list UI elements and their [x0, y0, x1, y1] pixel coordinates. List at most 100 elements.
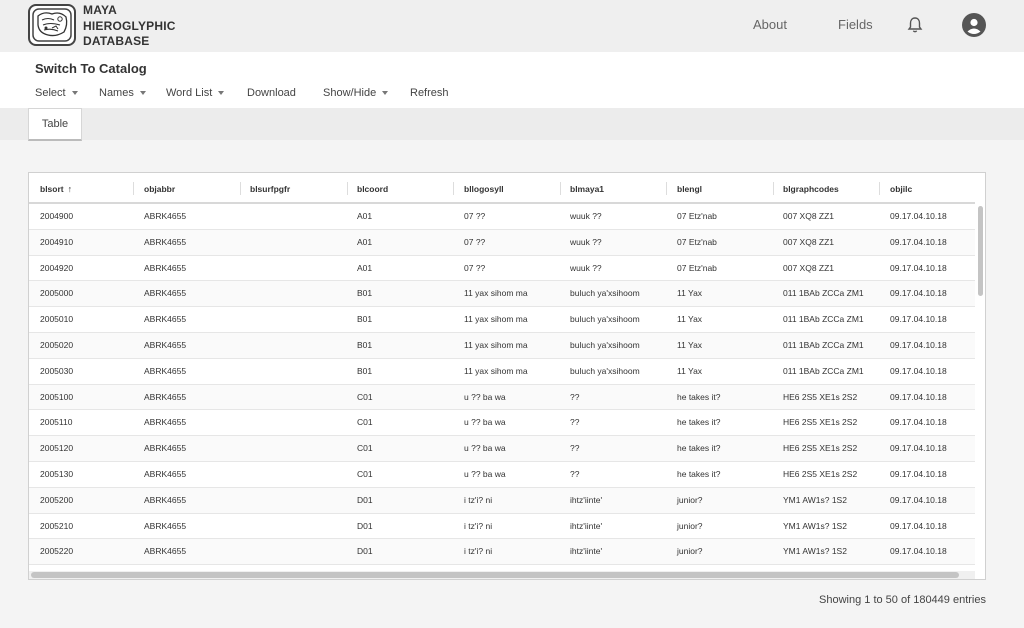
table-row[interactable]: 2004900 ABRK4655 A01 07 ?? wuuk ?? 07 Etz'nab… — [29, 204, 975, 230]
column-header-label: blmaya1 — [570, 183, 605, 194]
column-header-blcoord[interactable]: blcoord — [357, 173, 388, 204]
column-header-objilc[interactable]: objilc — [890, 173, 912, 204]
table-row[interactable]: 2005130 ABRK4655 C01 u ?? ba wa?? he takes i… — [29, 462, 975, 488]
column-divider[interactable] — [347, 182, 348, 195]
cell-blengl: 07 Etz'nab — [677, 262, 717, 273]
cell-bllogosyll: 11 yax sihom ma — [464, 314, 528, 325]
cell-blsort: 2005130 — [40, 468, 74, 479]
column-header-bllogosyll[interactable]: bllogosyll — [464, 173, 504, 204]
switch-to-catalog-title[interactable]: Switch To Catalog — [35, 61, 147, 76]
cell-blsort: 2005110 — [40, 417, 73, 428]
cell-blmaya1: buluch ya'xsihoom — [570, 314, 640, 325]
word-list-menu[interactable]: Word List — [166, 87, 225, 99]
cell-objilc: 09.17.04.10.18 — [890, 288, 947, 299]
table-row[interactable]: 2005030 ABRK4655 B01 11 yax sihom ma buluch … — [29, 359, 975, 385]
brand-name[interactable]: MAYA HIEROGLYPHIC DATABASE — [83, 3, 176, 50]
nav-about-link[interactable]: About — [753, 17, 787, 32]
table-row[interactable]: 2005210 ABRK4655 D01 i tz'i? ni ihtz'iinte' j… — [29, 514, 975, 540]
table-row[interactable]: 2005200 ABRK4655 D01 i tz'i? ni ihtz'iinte' j… — [29, 487, 975, 514]
column-header-blmaya1[interactable]: blmaya1 — [570, 173, 604, 204]
cell-bllogosyll: 11 yax sihom ma — [464, 365, 528, 376]
column-divider[interactable] — [240, 182, 241, 195]
nav-fields-link[interactable]: Fields — [838, 17, 873, 32]
vertical-scrollbar[interactable] — [977, 204, 985, 574]
cell-objabbr: ABRK4655 — [144, 339, 187, 350]
cell-objilc: 09.17.04.10.18 — [890, 262, 947, 273]
column-divider[interactable] — [773, 182, 774, 195]
table-header: blsort ↑ objabbr blsurfpgfr blcoord bllo… — [29, 173, 975, 204]
column-divider[interactable] — [560, 182, 561, 195]
table-row[interactable]: 2004920 ABRK4655 A01 07 ?? wuuk ?? 07 Etz'nab… — [29, 256, 975, 282]
cell-bllogosyll: 07 ?? — [464, 211, 486, 221]
table-row[interactable]: 2005120 ABRK4655 C01 u ?? ba wa?? he takes i… — [29, 436, 975, 462]
cell-objilc: 09.17.04.10.18 — [890, 468, 947, 479]
names-menu-label: Names — [99, 87, 134, 99]
show-hide-menu-label: Show/Hide — [323, 87, 377, 99]
names-menu[interactable]: Names — [99, 87, 146, 99]
cell-objilc: 09.17.04.10.18 — [890, 314, 947, 325]
cell-blcoord: D01 — [357, 546, 373, 557]
data-table: blsort ↑ objabbr blsurfpgfr blcoord bllo… — [28, 172, 986, 580]
cell-blcoord: C01 — [357, 443, 373, 454]
cell-blcoord: A01 — [357, 236, 373, 247]
column-divider[interactable] — [453, 182, 454, 195]
cell-blgraphcodes: 011 1BAb ZCCa ZM1 — [783, 365, 864, 376]
cell-blengl: 11 Yax — [677, 288, 703, 299]
table-row[interactable]: 2005100 ABRK4655 C01 u ?? ba wa?? he takes i… — [29, 384, 975, 411]
horizontal-scrollbar[interactable] — [29, 571, 975, 579]
cell-bllogosyll: i tz'i? ni — [464, 520, 493, 531]
tab-table[interactable]: Table — [28, 108, 82, 141]
cell-blcoord: A01 — [357, 211, 373, 221]
column-header-label: blgraphcodes — [783, 183, 839, 194]
table-row[interactable]: 2005220 ABRK4655 D01 i tz'i? ni ihtz'iinte' j… — [29, 539, 975, 566]
cell-blcoord: D01 — [357, 520, 373, 531]
select-menu[interactable]: Select — [35, 87, 78, 99]
cell-objabbr: ABRK4655 — [144, 443, 187, 454]
cell-blsort: 2004900 — [40, 211, 74, 221]
cell-blsort: 2005120 — [40, 443, 74, 454]
table-row[interactable]: 2005010 ABRK4655 B01 11 yax sihom ma buluch … — [29, 307, 975, 333]
table-row[interactable]: 2005110 ABRK4655 C01 u ?? ba wa?? he takes i… — [29, 410, 975, 437]
cell-objabbr: ABRK4655 — [144, 365, 187, 376]
cell-blgraphcodes: 011 1BAb ZCCa ZM1 — [783, 314, 864, 325]
view-tab-bar — [0, 108, 1024, 140]
sort-ascending-icon[interactable]: ↑ — [68, 184, 73, 194]
cell-objilc: 09.17.04.10.18 — [890, 365, 947, 376]
cell-blmaya1: ihtz'iinte' — [570, 494, 603, 505]
column-divider[interactable] — [666, 182, 667, 195]
cell-blengl: he takes it? — [677, 417, 721, 428]
show-hide-menu[interactable]: Show/Hide — [323, 87, 389, 99]
cell-bllogosyll: u ?? ba wa — [464, 443, 506, 454]
column-header-label: blsort — [40, 183, 64, 194]
cell-blcoord: C01 — [357, 417, 373, 428]
word-list-menu-label: Word List — [166, 87, 213, 99]
column-divider[interactable] — [133, 182, 134, 195]
refresh-button[interactable]: Refresh — [410, 87, 449, 99]
bell-icon[interactable] — [907, 16, 923, 34]
column-header-blengl[interactable]: blengl — [677, 173, 702, 204]
download-button[interactable]: Download — [247, 87, 296, 99]
glyph-logo-icon[interactable] — [28, 4, 76, 46]
horizontal-scrollbar-thumb[interactable] — [31, 572, 959, 578]
cell-blgraphcodes: YM1 AW1s? 1S2 — [783, 494, 847, 505]
cell-blengl: 07 Etz'nab — [677, 211, 717, 221]
cell-blcoord: C01 — [357, 391, 373, 402]
cell-objilc: 09.17.04.10.18 — [890, 443, 947, 454]
cell-blgraphcodes: HE6 2S5 XE1s 2S2 — [783, 417, 858, 428]
column-header-objabbr[interactable]: objabbr — [144, 173, 175, 204]
column-header-blsort[interactable]: blsort ↑ — [40, 173, 72, 204]
table-row[interactable]: 2005000 ABRK4655 B01 11 yax sihom ma buluch … — [29, 281, 975, 308]
account-icon[interactable] — [962, 13, 986, 37]
cell-objilc: 09.17.04.10.18 — [890, 417, 947, 428]
app-header: MAYA HIEROGLYPHIC DATABASE About Fields — [0, 0, 1024, 52]
cell-blengl: junior? — [677, 520, 703, 531]
vertical-scrollbar-thumb[interactable] — [978, 206, 983, 296]
table-row[interactable]: 2005020 ABRK4655 B01 11 yax sihom ma buluch … — [29, 332, 975, 359]
column-header-blsurfpgfr[interactable]: blsurfpgfr — [250, 173, 290, 204]
cell-blmaya1: wuuk ?? — [570, 262, 602, 273]
cell-objilc: 09.17.04.10.18 — [890, 494, 947, 505]
column-header-blgraphcodes[interactable]: blgraphcodes — [783, 173, 839, 204]
table-row[interactable]: 2004910 ABRK4655 A01 07 ?? wuuk ?? 07 Etz'nab… — [29, 229, 975, 256]
cell-blengl: 07 Etz'nab — [677, 236, 717, 247]
column-divider[interactable] — [879, 182, 880, 195]
